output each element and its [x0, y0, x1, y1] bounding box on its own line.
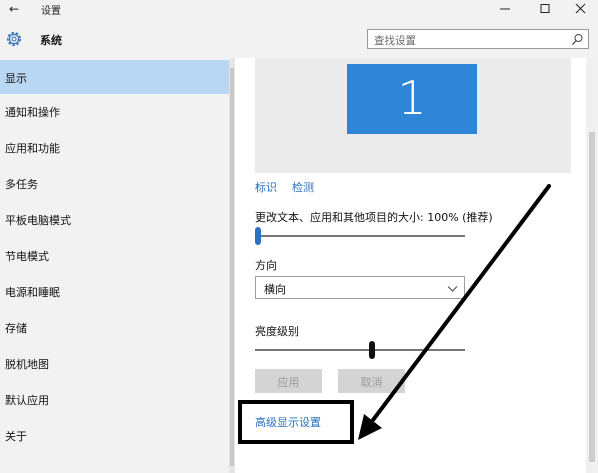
search-placeholder: 查找设置: [374, 35, 416, 47]
sidebar-item-battery-saver[interactable]: 节电模式: [0, 238, 229, 272]
orientation-label: 方向: [255, 259, 277, 272]
sidebar-item-label: 多任务: [5, 178, 38, 191]
sidebar-scrollbar-thumb[interactable]: [230, 68, 234, 466]
maximize-button[interactable]: [530, 0, 560, 18]
sidebar-item-label: 脱机地图: [5, 358, 49, 371]
sidebar-item-offline-maps[interactable]: 脱机地图: [0, 346, 229, 380]
sidebar-item-multitasking[interactable]: 多任务: [0, 166, 229, 200]
orientation-value: 横向: [264, 283, 286, 296]
brightness-slider[interactable]: [255, 340, 465, 360]
settings-header: 系统 查找设置: [0, 18, 598, 58]
main-scrollbar-thumb[interactable]: [589, 132, 595, 462]
sidebar-item-label: 存储: [5, 322, 27, 335]
sidebar-item-storage[interactable]: 存储: [0, 310, 229, 344]
gear-icon: [7, 32, 21, 46]
window-title: 设置: [41, 6, 61, 17]
search-icon[interactable]: [571, 33, 584, 46]
apply-button[interactable]: 应用: [255, 369, 322, 393]
chevron-down-icon: [447, 286, 458, 292]
scale-slider-handle[interactable]: [255, 227, 261, 245]
back-arrow-icon[interactable]: ←: [6, 1, 22, 17]
brightness-slider-track: [255, 349, 465, 351]
monitor-number: 1: [397, 71, 427, 125]
sidebar-item-label: 电源和睡眠: [5, 286, 60, 299]
sidebar-item-about[interactable]: 关于: [0, 418, 229, 452]
scale-slider-track: [255, 235, 465, 237]
scale-slider[interactable]: [255, 226, 465, 246]
cancel-button-label: 取消: [360, 376, 383, 389]
search-input[interactable]: 查找设置: [367, 29, 589, 49]
sidebar-item-label: 节电模式: [5, 250, 49, 263]
identify-link[interactable]: 标识: [255, 179, 277, 195]
annotation-highlight-box: [238, 400, 354, 444]
sidebar-item-label: 应用和功能: [5, 142, 60, 155]
sidebar-item-label: 平板电脑模式: [5, 214, 71, 227]
main-scrollbar[interactable]: [586, 58, 598, 473]
cancel-button[interactable]: 取消: [338, 369, 405, 393]
orientation-dropdown[interactable]: 横向: [255, 276, 465, 299]
brightness-slider-handle[interactable]: [369, 341, 375, 359]
minimize-button[interactable]: [490, 0, 520, 18]
sidebar-scrollbar[interactable]: [229, 58, 235, 473]
minimize-icon: [500, 8, 510, 10]
monitor-preview-area: 1: [255, 58, 571, 173]
sidebar-item-tablet-mode[interactable]: 平板电脑模式: [0, 202, 229, 236]
title-bar: ← 设置: [0, 0, 598, 18]
maximize-icon: [540, 4, 550, 13]
sidebar-item-label: 显示: [5, 72, 27, 85]
sidebar: 显示 通知和操作 应用和功能 多任务 平板电脑模式 节电模式 电源和睡眠 存储 …: [0, 58, 229, 473]
close-icon: [575, 3, 586, 14]
scale-label: 更改文本、应用和其他项目的大小: 100% (推荐): [255, 211, 493, 224]
sidebar-item-display[interactable]: 显示: [0, 60, 229, 94]
section-title: 系统: [40, 34, 62, 47]
sidebar-item-default-apps[interactable]: 默认应用: [0, 382, 229, 416]
apply-button-label: 应用: [277, 376, 300, 389]
brightness-label: 亮度级别: [255, 325, 299, 338]
sidebar-item-notifications[interactable]: 通知和操作: [0, 94, 229, 128]
monitor-tile[interactable]: 1: [347, 64, 477, 134]
sidebar-item-label: 关于: [5, 430, 27, 443]
detect-link[interactable]: 检测: [292, 179, 314, 195]
sidebar-item-label: 通知和操作: [5, 106, 60, 119]
sidebar-item-power-sleep[interactable]: 电源和睡眠: [0, 274, 229, 308]
sidebar-item-apps[interactable]: 应用和功能: [0, 130, 229, 164]
close-button[interactable]: [566, 0, 596, 18]
sidebar-item-label: 默认应用: [5, 394, 49, 407]
